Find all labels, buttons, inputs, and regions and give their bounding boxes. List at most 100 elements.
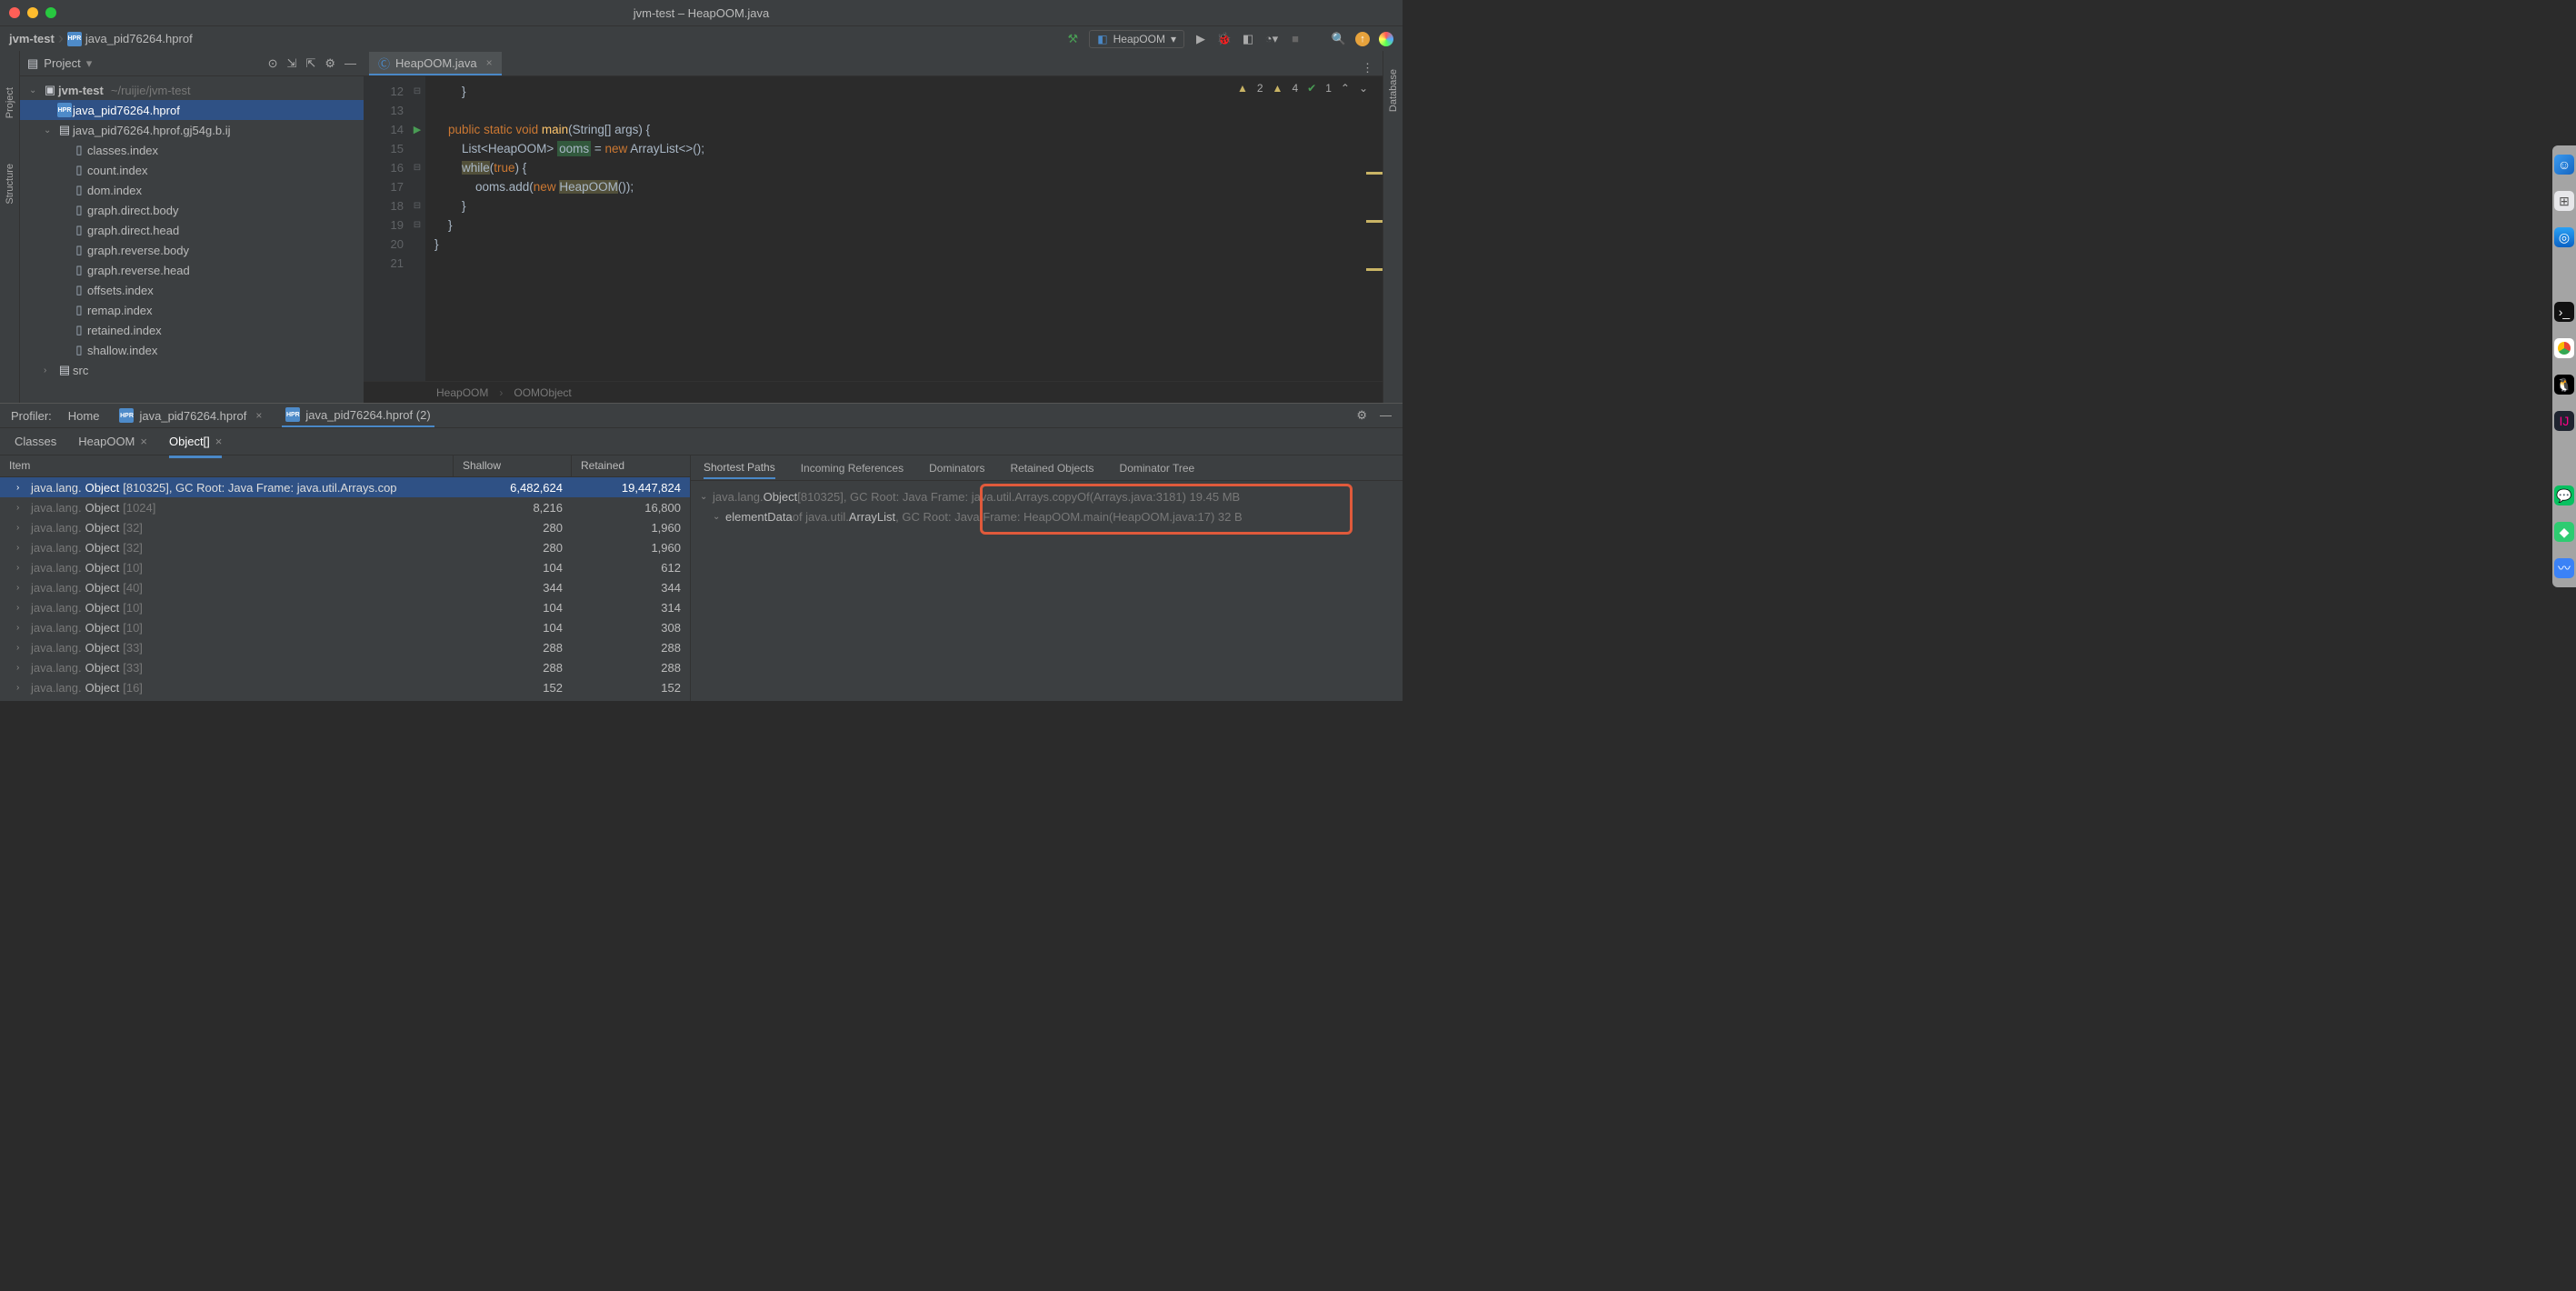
expand-row-icon[interactable]: › [16,523,27,533]
tree-row[interactable]: ⌄▤java_pid76264.hprof.gj54g.b.ij [20,120,364,140]
subtab-object[interactable]: Object[] × [169,429,222,454]
tree-row[interactable]: ▯retained.index [20,320,364,340]
dock-qq-icon[interactable]: 🐧 [2554,375,2574,395]
tree-row[interactable]: ▯graph.direct.head [20,220,364,240]
expand-row-icon[interactable]: › [16,483,27,493]
dock-finder-icon[interactable]: ☺ [2554,155,2574,175]
tree-arrow-icon[interactable]: › [44,365,56,375]
profiler-settings-button[interactable]: ⚙ [1356,408,1367,423]
profiler-tab-1[interactable]: HPR java_pid76264.hprof × [115,405,265,426]
minimize-window-button[interactable] [27,7,38,18]
expand-all-button[interactable]: ⇲ [287,56,297,71]
profiler-home-link[interactable]: Home [68,409,100,423]
table-row[interactable]: ›java.lang.Object[32]2801,960 [0,537,690,557]
dock-intellij-icon[interactable]: IJ [2554,411,2574,431]
select-opened-file-button[interactable]: ⊙ [268,56,278,71]
reference-row[interactable]: ⌄ elementData of java.util.ArrayList, GC… [700,506,1393,526]
tree-arrow-icon[interactable]: ⌄ [44,125,56,135]
dock-launchpad-icon[interactable]: ⊞ [2554,191,2574,211]
fold-icon[interactable]: ⊟ [414,163,421,173]
reftab-dominators[interactable]: Dominators [929,458,984,478]
maximize-window-button[interactable] [45,7,56,18]
stop-button[interactable]: ■ [1288,32,1303,46]
code-area[interactable]: ▲2 ▲4 ✔1 ⌃ ⌄ } public static void main(S… [425,76,1383,381]
chevron-down-icon[interactable]: ⌄ [700,492,713,502]
tree-row[interactable]: ›▤src [20,360,364,380]
table-row[interactable]: ›java.lang.Object[10]104314 [0,597,690,617]
dock-safari-icon[interactable]: ◎ [2554,227,2574,247]
run-configuration-select[interactable]: ◧ HeapOOM ▾ [1089,30,1184,48]
tree-row[interactable]: ▯graph.direct.body [20,200,364,220]
tree-row[interactable]: ▯offsets.index [20,280,364,300]
inspection-widget[interactable]: ▲2 ▲4 ✔1 ⌃ ⌄ [1237,82,1368,95]
tree-row[interactable]: ▯classes.index [20,140,364,160]
run-button[interactable]: ▶ [1193,32,1208,46]
reftab-shortest-paths[interactable]: Shortest Paths [704,457,775,479]
tree-row[interactable]: ⌄▣jvm-test~/ruijie/jvm-test [20,80,364,100]
close-tab-icon[interactable]: × [255,409,262,422]
tree-row[interactable]: HPRjava_pid76264.hprof [20,100,364,120]
profile-button[interactable]: ◔▾ [1264,32,1279,46]
crumb-member[interactable]: OOMObject [514,386,571,399]
dock-chrome-icon[interactable] [2554,338,2574,358]
expand-row-icon[interactable]: › [16,643,27,653]
table-row[interactable]: ›java.lang.Object[40]344344 [0,577,690,597]
dock-terminal-icon[interactable]: ›_ [2554,302,2574,322]
close-window-button[interactable] [9,7,20,18]
col-retained[interactable]: Retained [572,455,690,476]
expand-row-icon[interactable]: › [16,583,27,593]
build-icon[interactable]: ⚒ [1065,32,1080,46]
dock-wechat-icon[interactable]: 💬 [2554,485,2574,505]
expand-row-icon[interactable]: › [16,683,27,693]
tree-arrow-icon[interactable]: ⌄ [29,85,42,95]
reftab-dominator-tree[interactable]: Dominator Tree [1120,458,1195,478]
database-tool-button[interactable]: Database [1388,69,1399,112]
table-row[interactable]: ›java.lang.Object[16]152152 [0,677,690,697]
chevron-down-icon[interactable]: ⌄ [713,512,725,522]
editor-more-button[interactable]: ⋮ [1362,61,1373,75]
close-subtab-icon[interactable]: × [140,435,147,448]
crumb-class[interactable]: HeapOOM [436,386,488,399]
project-tool-button[interactable]: Project [5,87,15,118]
collapse-all-button[interactable]: ⇱ [305,56,315,71]
expand-row-icon[interactable]: › [16,543,27,553]
subtab-heapoom[interactable]: HeapOOM × [78,429,147,454]
table-row[interactable]: ›java.lang.Object[810325], GC Root: Java… [0,477,690,497]
dock-app-icon[interactable]: ◆ [2554,522,2574,542]
tree-row[interactable]: ▯remap.index [20,300,364,320]
account-avatar[interactable] [1379,32,1393,46]
profiler-hide-button[interactable]: — [1380,408,1392,423]
hide-button[interactable]: — [344,56,356,71]
tree-row[interactable]: ▯count.index [20,160,364,180]
breadcrumb-project[interactable]: jvm-test [9,32,55,45]
tree-row[interactable]: ▯graph.reverse.body [20,240,364,260]
chevron-down-icon[interactable]: ⌄ [1359,82,1368,95]
table-row[interactable]: ›java.lang.Object[16]152152 [0,697,690,701]
profiler-tab-2[interactable]: HPR java_pid76264.hprof (2) [282,404,434,427]
coverage-button[interactable]: ◧ [1241,32,1255,46]
expand-row-icon[interactable]: › [16,603,27,613]
close-subtab-icon[interactable]: × [215,435,223,448]
breadcrumb-file[interactable]: HPR java_pid76264.hprof [67,32,193,46]
fold-icon[interactable]: ⊟ [414,201,421,211]
updates-badge[interactable]: ↑ [1355,32,1370,46]
tree-row[interactable]: ▯graph.reverse.head [20,260,364,280]
chevron-up-icon[interactable]: ⌃ [1341,82,1350,95]
expand-row-icon[interactable]: › [16,623,27,633]
reftab-retained-objects[interactable]: Retained Objects [1010,458,1093,478]
col-shallow[interactable]: Shallow [454,455,572,476]
table-row[interactable]: ›java.lang.Object[33]288288 [0,637,690,657]
chevron-down-icon[interactable]: ▾ [86,56,93,71]
expand-row-icon[interactable]: › [16,503,27,513]
expand-row-icon[interactable]: › [16,663,27,673]
table-row[interactable]: ›java.lang.Object[32]2801,960 [0,517,690,537]
table-row[interactable]: ›java.lang.Object[10]104308 [0,617,690,637]
debug-button[interactable]: 🐞 [1217,32,1232,46]
editor-tab-heapoom[interactable]: Ⓒ HeapOOM.java × [369,52,502,75]
tree-row[interactable]: ▯shallow.index [20,340,364,360]
error-stripe[interactable] [1366,108,1383,271]
table-row[interactable]: ›java.lang.Object[10]104612 [0,557,690,577]
reftab-incoming-references[interactable]: Incoming References [801,458,904,478]
reference-row[interactable]: ⌄ java.lang.Object[810325], GC Root: Jav… [700,486,1393,506]
table-row[interactable]: ›java.lang.Object[33]288288 [0,657,690,677]
